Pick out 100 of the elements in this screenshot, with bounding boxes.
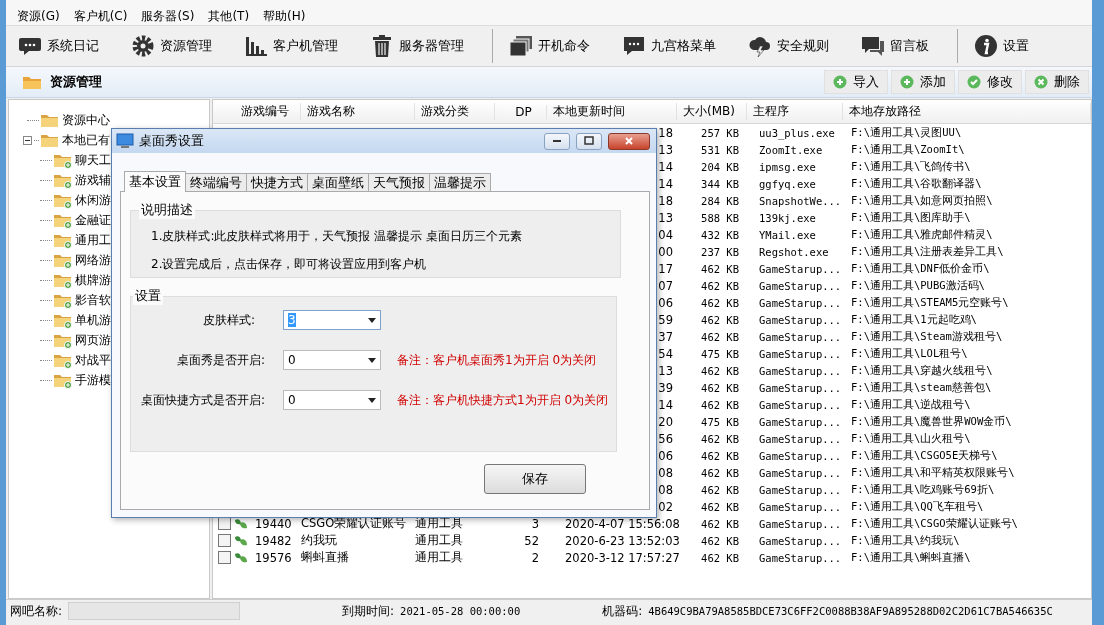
checkbox[interactable] (218, 551, 231, 564)
tree-item[interactable]: 对战平 (75, 352, 111, 368)
action-button[interactable]: 删除 (1025, 70, 1089, 94)
tree-item[interactable]: 网页游 (75, 332, 111, 348)
tree-item[interactable]: 本地已有 (62, 132, 110, 148)
menu-item[interactable]: 帮助(H) (256, 7, 313, 25)
menu-item[interactable]: 资源(G) (10, 7, 67, 25)
table-cell-text: F:\通用工具\约我玩\ (850, 533, 960, 548)
table-cell-text: GameStarup... (758, 330, 842, 343)
table-cell-text: ipmsg.exe (758, 160, 816, 173)
table-cell-text: 06 (658, 448, 674, 463)
column-header[interactable]: 大小(MB) (677, 103, 747, 120)
table-cell-text: 462 KB (701, 517, 740, 530)
table-cell-text: GameStarup... (758, 483, 842, 496)
tree-item[interactable]: 游戏辅 (75, 172, 111, 188)
table-cell-text: 139kj.exe (758, 211, 816, 224)
leaf-icon (234, 534, 248, 547)
checkbox[interactable] (218, 534, 231, 547)
table-cell-text: 2 (531, 550, 540, 565)
tree-item[interactable]: 资源中心 (62, 112, 110, 128)
tab[interactable]: 天气预报 (368, 173, 430, 191)
table-cell-text: F:\通用工具\和平精英权限账号\ (850, 465, 1015, 480)
description-text: 2.设置完成后，点击保存，即可将设置应用到客户机 (151, 256, 428, 273)
tab[interactable]: 终端编号 (185, 173, 247, 191)
close-icon (624, 136, 634, 146)
group-title: 说明描述 (139, 202, 195, 219)
table-cell-text: 462 KB (701, 432, 740, 445)
toolbar-button[interactable]: 安全规则 (744, 32, 833, 60)
minimize-button[interactable] (544, 132, 570, 150)
save-button[interactable]: 保存 (484, 464, 586, 494)
tree-item[interactable]: 通用工 (75, 232, 111, 248)
column-header[interactable]: 游戏名称 (301, 103, 415, 120)
tree-item[interactable]: 网络游 (75, 252, 111, 268)
maximize-button[interactable] (576, 132, 602, 150)
table-cell-text: GameStarup... (758, 517, 842, 530)
tree-item[interactable]: 影音软 (75, 292, 111, 308)
column-header[interactable]: DP (495, 104, 547, 119)
tab[interactable]: 快捷方式 (246, 173, 308, 191)
table-cell-text: 19482 (254, 533, 292, 548)
speech-bubbles-icon (861, 34, 885, 58)
tree-item[interactable]: 手游模 (75, 372, 111, 388)
toolbar-button[interactable]: 服务器管理 (366, 32, 468, 60)
leaf-icon (234, 551, 248, 564)
toolbar-button[interactable]: 系统日记 (14, 32, 103, 60)
tab[interactable]: 桌面壁纸 (307, 173, 369, 191)
column-header[interactable]: 本地存放路径 (843, 103, 1091, 120)
column-header[interactable]: 游戏编号 (235, 103, 301, 120)
machine-code: 4B649C9BA79A8585BDCE73C6FF2C0088B38AF9A895288D02C2D61C7BA546635C (648, 605, 1053, 617)
dropdown-field[interactable]: 0 (283, 350, 381, 370)
plus-icon (900, 75, 914, 89)
column-header[interactable]: 主程序 (747, 103, 843, 120)
menu-item[interactable]: 服务器(S) (134, 7, 202, 25)
toolbar-button[interactable]: 客户机管理 (240, 32, 342, 60)
maximize-icon (584, 136, 594, 146)
tree-item[interactable]: 单机游 (75, 312, 111, 328)
table-cell-text: F:\通用工具\QQ飞车租号\ (850, 499, 984, 514)
table-cell-text: 462 KB (701, 296, 740, 309)
toolbar-button[interactable]: 开机命令 (505, 32, 594, 60)
table-cell-text: F:\通用工具\如意网页拍照\ (850, 193, 993, 208)
toolbar-button[interactable]: 九宫格菜单 (618, 32, 720, 60)
close-button[interactable] (608, 132, 650, 150)
table-cell-text: 04 (658, 227, 674, 242)
action-button[interactable]: 修改 (958, 70, 1022, 94)
table-cell-text: F:\通用工具\灵图UU\ (850, 125, 962, 140)
table-cell-text: GameStarup... (758, 381, 842, 394)
dropdown-field[interactable]: 0 (283, 390, 381, 410)
tree-item[interactable]: 聊天工 (75, 152, 111, 168)
table-cell-text: 531 KB (701, 143, 740, 156)
table-cell-text: 18 (658, 193, 674, 208)
toolbar-button[interactable]: 设置 (970, 32, 1033, 60)
menu-item[interactable]: 其他(T) (201, 7, 257, 25)
tree-item[interactable]: 休闲游 (75, 192, 111, 208)
action-button[interactable]: 导入 (824, 70, 888, 94)
table-cell-text: F:\通用工具\Steam游戏租号\ (850, 329, 1003, 344)
tree-item[interactable]: 棋牌游 (75, 272, 111, 288)
table-cell-text: 462 KB (701, 330, 740, 343)
column-header[interactable]: 本地更新时间 (547, 103, 677, 120)
table-cell-text: 462 KB (701, 551, 740, 564)
table-cell-text: 14 (658, 397, 674, 412)
table-cell-text: 14 (658, 176, 674, 191)
table-cell-text: 19576 (254, 550, 292, 565)
table-cell-text: 462 KB (701, 500, 740, 513)
toolbar-button[interactable]: 留言板 (857, 32, 933, 60)
tree-item[interactable]: 金融证 (75, 212, 111, 228)
description-text: 1.皮肤样式:此皮肤样式将用于，天气预报 温馨提示 桌面日历三个元素 (151, 228, 524, 245)
leaf-icon (234, 517, 248, 530)
toolbar-button[interactable]: 资源管理 (127, 32, 216, 60)
tab[interactable]: 基本设置 (124, 171, 186, 192)
expiry-time: 2021-05-28 00:00:00 (400, 605, 521, 617)
column-header[interactable]: 游戏分类 (415, 103, 495, 120)
menu-item[interactable]: 客户机(C) (66, 7, 135, 25)
table-cell-text: 37 (658, 329, 674, 344)
info-icon (974, 34, 998, 58)
action-button[interactable]: 添加 (891, 70, 955, 94)
tab[interactable]: 温馨提示 (429, 173, 491, 191)
table-cell-text: F:\通用工具\飞鸽传书\ (850, 159, 971, 174)
table-cell-text: 2020-6-23 13:52:03 (564, 533, 680, 548)
table-cell-text: 588 KB (701, 211, 740, 224)
table-cell-text: 20 (658, 414, 674, 429)
table-cell-text: 462 KB (701, 262, 740, 275)
